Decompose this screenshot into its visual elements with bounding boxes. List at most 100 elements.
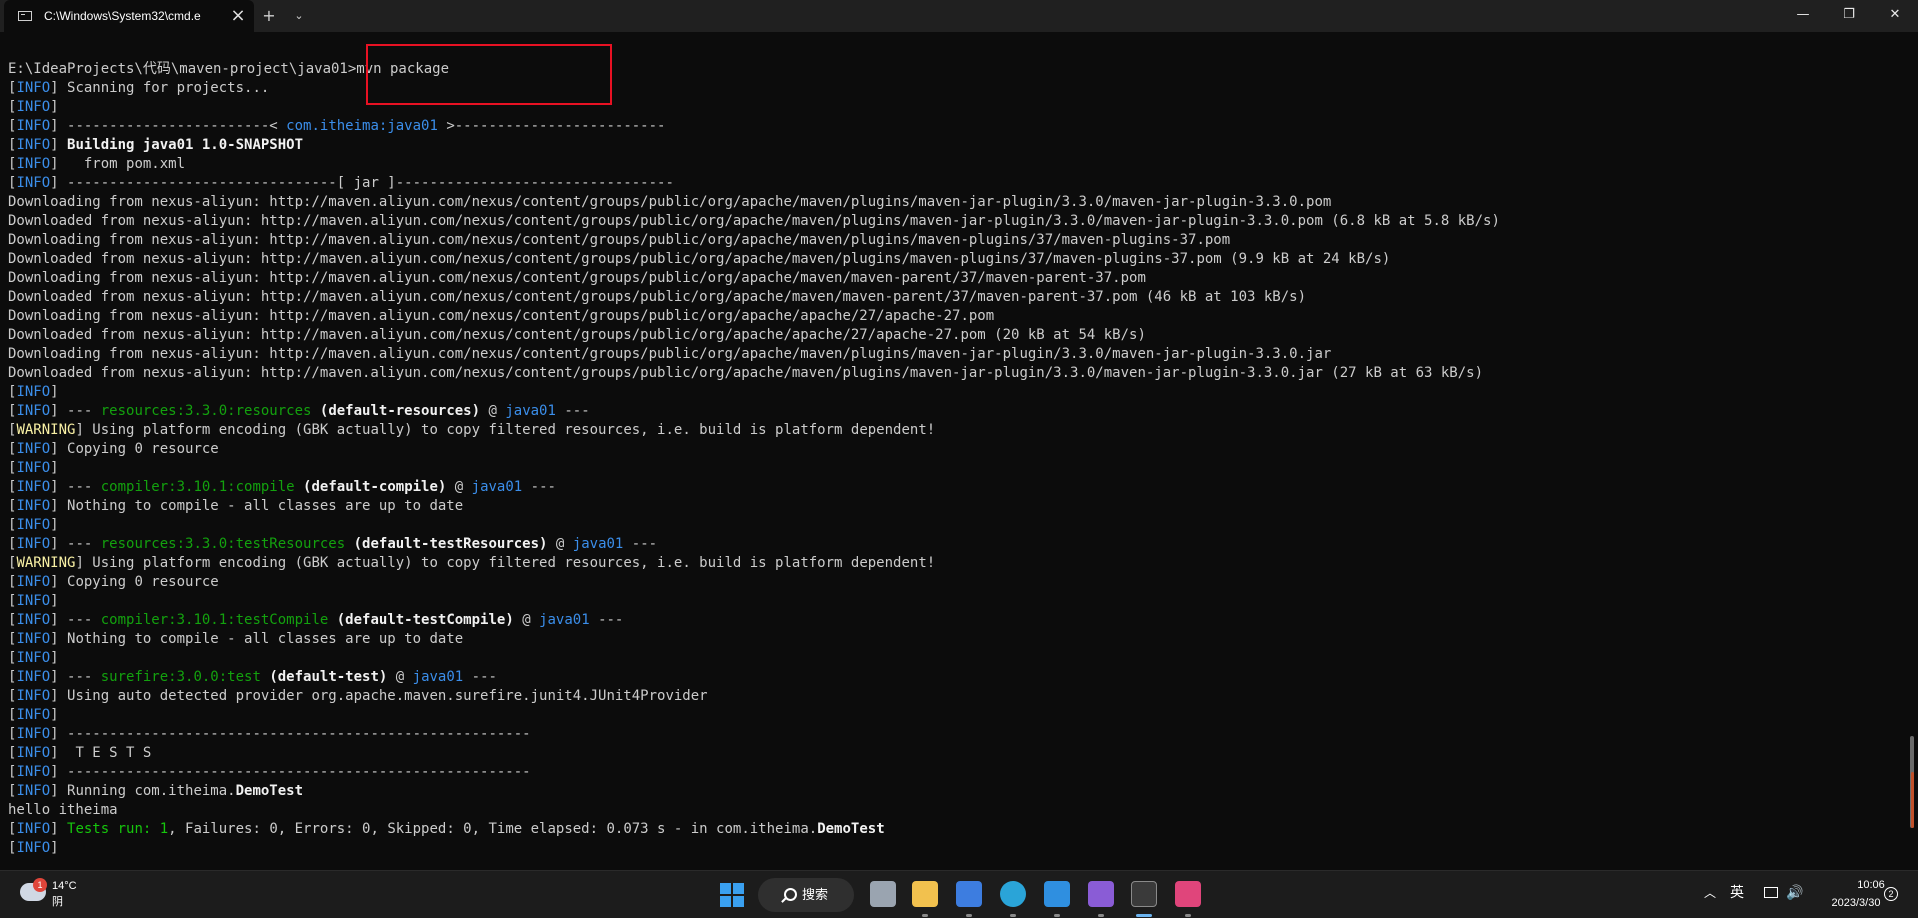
close-window-button[interactable]: ✕ <box>1872 0 1918 32</box>
terminal-line: hello itheima <box>8 801 1898 820</box>
tab-close-button[interactable]: × <box>228 6 248 26</box>
task-view-icon[interactable] <box>870 881 896 907</box>
vscode-icon[interactable] <box>1044 881 1070 907</box>
terminal-text: INFO <box>16 536 51 552</box>
windows-start-icon[interactable] <box>720 883 744 907</box>
terminal-text: INFO <box>16 99 51 115</box>
terminal-text: --- <box>623 536 658 552</box>
tab-title: C:\Windows\System32\cmd.e <box>44 9 201 23</box>
terminal-text: ] --------------------------------[ jar … <box>50 175 674 191</box>
volume-icon[interactable]: 🔊 <box>1786 885 1803 901</box>
terminal-output[interactable]: E:\IdeaProjects\代码\maven-project\java01>… <box>8 60 1898 860</box>
terminal-text: ] Copying 0 resource <box>50 574 219 590</box>
terminal-line: [INFO] ------------------------< com.ith… <box>8 117 1898 136</box>
edge-browser-icon[interactable] <box>1000 881 1026 907</box>
terminal-text: ] <box>50 517 59 533</box>
terminal-line: [INFO] ---------------------------------… <box>8 763 1898 782</box>
terminal-text: @ <box>446 479 472 495</box>
tab-cmd[interactable]: C:\Windows\System32\cmd.e × <box>4 0 254 32</box>
terminal-line: [INFO] --- surefire:3.0.0:test (default-… <box>8 668 1898 687</box>
network-icon[interactable] <box>1764 887 1778 898</box>
terminal-text: --- <box>522 479 556 495</box>
terminal-text: @ <box>513 612 540 628</box>
terminal-text: (default-testCompile) <box>336 612 514 628</box>
terminal-text: INFO <box>16 498 51 514</box>
search-label: 搜索 <box>802 887 829 902</box>
terminal-text: ] <box>50 593 59 609</box>
intellij-idea-icon[interactable] <box>1175 881 1201 907</box>
file-explorer-icon[interactable] <box>912 881 938 907</box>
terminal-line: [INFO] <box>8 98 1898 117</box>
terminal-line: [INFO] <box>8 516 1898 535</box>
terminal-line: Downloaded from nexus-aliyun: http://mav… <box>8 326 1898 345</box>
terminal-text: DemoTest <box>235 783 304 799</box>
terminal-text: INFO <box>16 745 51 761</box>
terminal-text: Tests run: <box>67 821 160 837</box>
terminal-text: INFO <box>16 574 51 590</box>
terminal-text: @ <box>387 669 413 685</box>
terminal-line: [INFO] --- compiler:3.10.1:compile (defa… <box>8 478 1898 497</box>
terminal-line: Downloading from nexus-aliyun: http://ma… <box>8 345 1898 364</box>
ime-language-indicator[interactable]: 英 <box>1730 884 1744 902</box>
terminal-line: [INFO] <box>8 649 1898 668</box>
terminal-line: [INFO] from pom.xml <box>8 155 1898 174</box>
terminal-text: INFO <box>16 80 51 96</box>
terminal-text: INFO <box>16 384 51 400</box>
running-indicator <box>1054 914 1060 917</box>
taskbar-search-button[interactable]: 搜索 <box>758 878 854 912</box>
terminal-text: Downloaded from nexus-aliyun: http://mav… <box>8 213 1500 229</box>
windows-terminal-icon[interactable] <box>1131 881 1157 907</box>
running-indicator <box>966 914 972 917</box>
terminal-text: ] --- <box>50 536 101 552</box>
terminal-text: INFO <box>16 631 51 647</box>
tab-dropdown-button[interactable]: ⌄ <box>288 6 310 26</box>
terminal-text: java01 <box>572 536 624 552</box>
terminal-text: WARNING <box>16 422 76 438</box>
terminal-line: [INFO] --- resources:3.3.0:testResources… <box>8 535 1898 554</box>
terminal-text: ] --- <box>50 479 101 495</box>
weather-temperature[interactable]: 14°C <box>52 880 77 893</box>
notification-badge[interactable]: 2 <box>1884 887 1898 901</box>
terminal-line: [INFO] Scanning for projects... <box>8 79 1898 98</box>
terminal-line: Downloaded from nexus-aliyun: http://mav… <box>8 250 1898 269</box>
terminal-text: ] Using platform encoding (GBK actually)… <box>75 555 936 571</box>
active-app-indicator <box>1136 914 1152 917</box>
terminal-text: (default-resources) <box>319 403 481 419</box>
terminal-text: java01 <box>505 403 556 419</box>
new-tab-button[interactable]: + <box>258 6 280 26</box>
terminal-line: Downloaded from nexus-aliyun: http://mav… <box>8 288 1898 307</box>
terminal-text: ] <box>50 840 59 856</box>
terminal-text: Downloaded from nexus-aliyun: http://mav… <box>8 327 1146 343</box>
terminal-text: (default-test) <box>269 669 388 685</box>
terminal-text: --- <box>589 612 624 628</box>
terminal-text: resources:3.3.0:resources <box>100 403 312 419</box>
terminal-text: ] <box>50 460 59 476</box>
tray-chevron-up-icon[interactable]: ︿ <box>1704 885 1716 901</box>
console-icon <box>18 11 32 21</box>
scrollbar-thumb[interactable] <box>1911 772 1914 828</box>
terminal-text: INFO <box>16 156 51 172</box>
terminal-text: ] <box>50 384 59 400</box>
running-indicator <box>1185 914 1191 917</box>
terminal-text: compiler:3.10.1:compile <box>100 479 295 495</box>
maximize-button[interactable]: ❐ <box>1826 0 1872 32</box>
weather-badge: 1 <box>33 878 47 892</box>
terminal-text: INFO <box>16 175 51 191</box>
microsoft-store-icon[interactable] <box>956 881 982 907</box>
command-highlight-box <box>366 44 612 105</box>
terminal-line: [INFO] --- compiler:3.10.1:testCompile (… <box>8 611 1898 630</box>
terminal-text: (default-compile) <box>303 479 447 495</box>
terminal-line: [INFO] Copying 0 resource <box>8 573 1898 592</box>
terminal-line: Downloaded from nexus-aliyun: http://mav… <box>8 212 1898 231</box>
terminal-line: [INFO] T E S T S <box>8 744 1898 763</box>
visual-studio-icon[interactable] <box>1088 881 1114 907</box>
terminal-text: ] Running com.itheima. <box>50 783 236 799</box>
terminal-line: [WARNING] Using platform encoding (GBK a… <box>8 554 1898 573</box>
terminal-line: Downloading from nexus-aliyun: http://ma… <box>8 193 1898 212</box>
terminal-line: [INFO] Tests run: 1, Failures: 0, Errors… <box>8 820 1898 839</box>
weather-condition[interactable]: 阴 <box>52 896 63 909</box>
minimize-button[interactable]: — <box>1780 0 1826 32</box>
terminal-text: @ <box>480 403 506 419</box>
